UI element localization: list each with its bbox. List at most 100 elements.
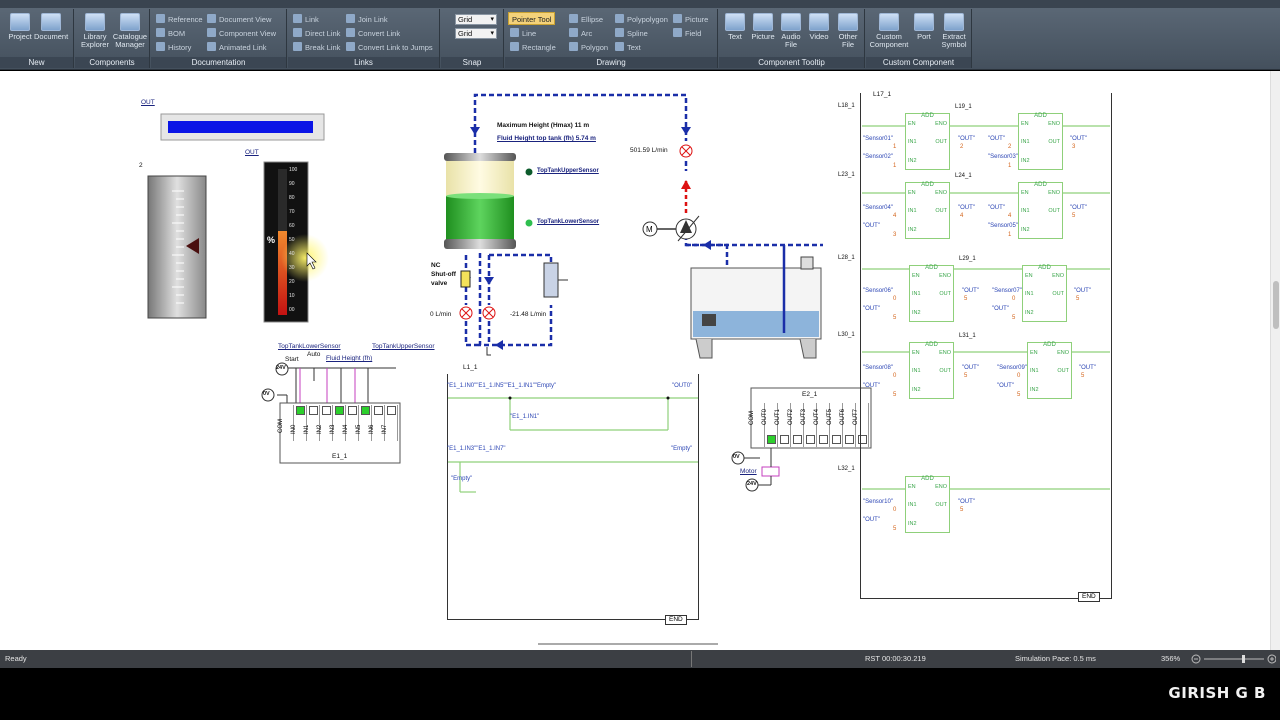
audio-file-button[interactable]: Audio File xyxy=(777,11,805,55)
custom-component-button[interactable]: Custom Component xyxy=(869,11,909,55)
input-terminal-in6[interactable]: IN6 xyxy=(369,405,385,441)
convert-link-button[interactable]: Convert Link xyxy=(346,27,400,40)
io-upper-sensor-link[interactable]: TopTankUpperSensor xyxy=(372,343,435,350)
rung2-contact[interactable]: "E1_1.IN1" xyxy=(510,414,539,420)
input-terminal-in7[interactable]: IN7 xyxy=(382,405,398,441)
terminal-label: IN7 xyxy=(382,424,388,434)
other-file-button[interactable]: Other File xyxy=(833,11,863,55)
bom-button[interactable]: BOM xyxy=(156,27,185,40)
bar-out-label[interactable]: OUT xyxy=(141,99,155,106)
top-tank-lower-sensor-label[interactable]: TopTankLowerSensor xyxy=(537,219,599,225)
line-button[interactable]: Line xyxy=(510,27,536,40)
video-button[interactable]: Video xyxy=(805,11,833,55)
io-lower-sensor-link[interactable]: TopTankLowerSensor xyxy=(278,343,341,350)
bargraph-tick-label: 100 xyxy=(289,167,298,173)
add-function-block[interactable]: ADD EN ENO IN1 OUT IN2 xyxy=(905,476,950,533)
zoom-slider[interactable] xyxy=(1190,650,1277,668)
middle-ladder[interactable] xyxy=(447,374,699,620)
convert-link-to-jumps-button[interactable]: Convert Link to Jumps xyxy=(346,41,433,54)
block-output-value: 2 xyxy=(960,144,964,150)
input-terminal-in1[interactable]: IN1 xyxy=(304,405,320,441)
block-pin-label: ADD xyxy=(925,342,938,348)
add-function-block[interactable]: ADD EN ENO IN1 OUT IN2 xyxy=(1018,182,1063,239)
terminal-label: COM xyxy=(278,419,284,433)
terminal-indicator xyxy=(335,406,344,415)
text-tool-button[interactable]: Text xyxy=(615,41,641,54)
animated-link-button[interactable]: Animated Link xyxy=(207,41,267,54)
snap-grid-select-2[interactable]: Grid xyxy=(455,28,497,39)
port-button[interactable]: Port xyxy=(910,11,938,55)
input-terminal-in2[interactable]: IN2 xyxy=(317,405,333,441)
block2-output: "OUT" xyxy=(1079,365,1096,371)
link-button[interactable]: Link xyxy=(293,13,319,26)
direct-link-button[interactable]: Direct Link xyxy=(293,27,340,40)
block-pin-label: IN2 xyxy=(1025,310,1034,316)
add-function-block[interactable]: ADD EN ENO IN1 OUT IN2 xyxy=(909,342,954,399)
component-view-button[interactable]: Component View xyxy=(207,27,276,40)
block-pin-label: OUT xyxy=(939,368,951,374)
custom-component-label: Custom Component xyxy=(869,32,909,49)
extract-symbol-button[interactable]: Extract Symbol xyxy=(938,11,970,55)
tooltip-picture-button[interactable]: Picture xyxy=(749,11,777,55)
catalogue-manager-button[interactable]: Catalogue Manager xyxy=(112,11,148,55)
picture-tool-button[interactable]: Picture xyxy=(673,13,708,26)
add-function-block[interactable]: ADD EN ENO IN1 OUT IN2 xyxy=(905,113,950,170)
input-terminal-in5[interactable]: IN5 xyxy=(356,405,372,441)
reference-icon xyxy=(156,14,165,23)
motor-link[interactable]: Motor xyxy=(740,468,757,475)
input-terminal-in3[interactable]: IN3 xyxy=(330,405,346,441)
tooltip-text-button[interactable]: Text xyxy=(721,11,749,55)
spline-button[interactable]: Spline xyxy=(615,27,648,40)
spline-icon xyxy=(615,28,624,37)
document-view-button[interactable]: Document View xyxy=(207,13,271,26)
rung3-output[interactable]: "Empty" xyxy=(671,446,692,452)
top-tank-upper-sensor-label[interactable]: TopTankUpperSensor xyxy=(537,168,599,174)
history-button[interactable]: History xyxy=(156,41,191,54)
rung-name: L32_1 xyxy=(838,466,855,472)
pointer-tool-button[interactable]: Pointer Tool xyxy=(508,12,556,25)
right-ladder[interactable] xyxy=(860,93,1112,599)
join-link-button[interactable]: Join Link xyxy=(346,13,388,26)
0v-label-left: 0V xyxy=(263,391,270,397)
ribbon-group-component-tooltip: Text Picture Audio File Video Other File… xyxy=(719,9,865,68)
rectangle-button[interactable]: Rectangle xyxy=(510,41,556,54)
bom-icon xyxy=(156,28,165,37)
input-terminal-in4[interactable]: IN4 xyxy=(343,405,359,441)
polypolygon-button[interactable]: Polypolygon xyxy=(615,13,668,26)
bargraph-unit: % xyxy=(267,235,276,245)
add-function-block[interactable]: ADD EN ENO IN1 OUT IN2 xyxy=(1022,265,1067,322)
link-icon xyxy=(293,14,302,23)
block-pin-label: ENO xyxy=(1057,350,1069,356)
fluid-height-link[interactable]: Fluid Height (fh) xyxy=(326,355,372,362)
add-function-block[interactable]: ADD EN ENO IN1 OUT IN2 xyxy=(909,265,954,322)
add-function-block[interactable]: ADD EN ENO IN1 OUT IN2 xyxy=(1027,342,1072,399)
diagram-canvas[interactable]: M OUT OUT 2 % 100 90 80 70 60 50 40 30 2… xyxy=(0,71,1280,650)
rung3-contacts[interactable]: "E1_1.IN3""E1_1.IN7" xyxy=(447,446,506,452)
vertical-scroll-thumb[interactable] xyxy=(1273,281,1279,329)
field-button[interactable]: Field xyxy=(673,27,701,40)
polygon-button[interactable]: Polygon xyxy=(569,41,608,54)
library-explorer-button[interactable]: Library Explorer xyxy=(78,11,112,55)
rung1-output[interactable]: "OUT0" xyxy=(672,383,692,389)
rung1-contacts[interactable]: "E1_1.IN0""E1_1.IN5""E1_1.IN1""Empty" xyxy=(447,383,556,389)
fluid-height-top-label[interactable]: Fluid Height top tank (fh) 5.74 m xyxy=(497,135,596,142)
rung4-contact[interactable]: "Empty" xyxy=(451,476,472,482)
reference-button[interactable]: Reference xyxy=(156,13,203,26)
terminal-indicator xyxy=(767,435,776,444)
block-pin-label: ENO xyxy=(1052,273,1064,279)
add-function-block[interactable]: ADD EN ENO IN1 OUT IN2 xyxy=(1018,113,1063,170)
vertical-scrollbar[interactable] xyxy=(1270,71,1280,650)
project-button[interactable]: Project xyxy=(3,11,37,55)
ellipse-button[interactable]: Ellipse xyxy=(569,13,603,26)
input-terminal-in0[interactable]: IN0 xyxy=(291,405,307,441)
block-input-1: "Sensor04" xyxy=(863,205,893,211)
document-button[interactable]: Document xyxy=(34,11,68,55)
arc-button[interactable]: Arc xyxy=(569,27,592,40)
bargraph-out-label[interactable]: OUT xyxy=(245,149,259,156)
horizontal-scrollbar[interactable] xyxy=(538,643,718,645)
break-link-button[interactable]: Break Link xyxy=(293,41,340,54)
add-function-block[interactable]: ADD EN ENO IN1 OUT IN2 xyxy=(905,182,950,239)
snap-grid-select[interactable]: Grid xyxy=(455,14,497,25)
block-input-1-value: 0 xyxy=(893,373,897,379)
block-input-1-value: 0 xyxy=(893,296,897,302)
